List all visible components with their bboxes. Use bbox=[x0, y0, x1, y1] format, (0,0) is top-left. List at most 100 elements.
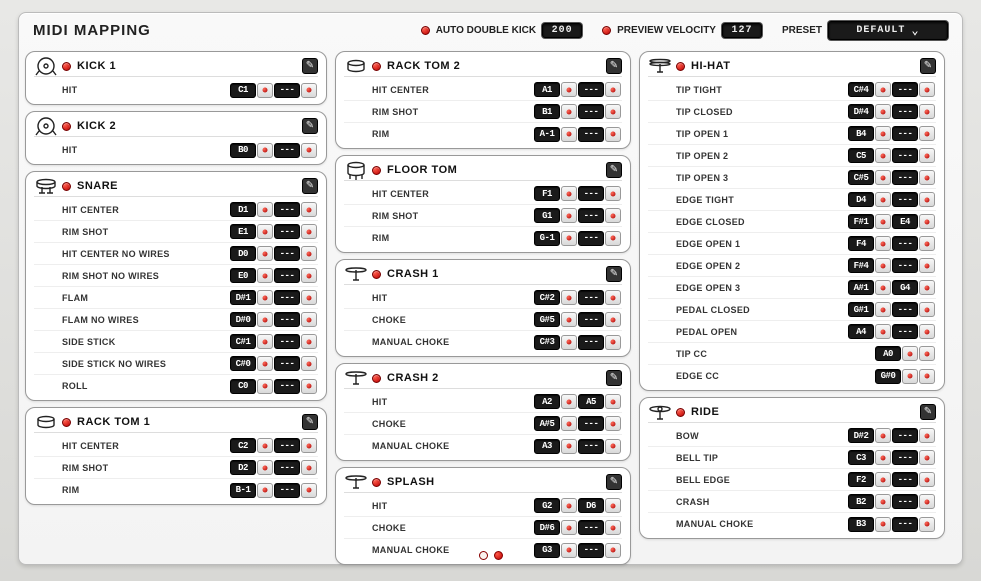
note-2-field[interactable]: --- bbox=[274, 356, 300, 371]
note-1-field[interactable]: C3 bbox=[848, 450, 874, 465]
learn-2-button[interactable] bbox=[605, 416, 621, 431]
note-1-field[interactable]: C0 bbox=[230, 379, 256, 394]
learn-2-button[interactable] bbox=[605, 335, 621, 350]
note-1-field[interactable]: B2 bbox=[848, 494, 874, 509]
learn-2-button[interactable] bbox=[605, 290, 621, 305]
note-1-field[interactable]: C#0 bbox=[230, 356, 256, 371]
note-2-field[interactable]: G4 bbox=[892, 280, 918, 295]
edit-button[interactable] bbox=[302, 118, 318, 134]
learn-2-button[interactable] bbox=[919, 450, 935, 465]
note-2-field[interactable]: --- bbox=[274, 438, 300, 453]
learn-2-button[interactable] bbox=[919, 324, 935, 339]
learn-2-button[interactable] bbox=[919, 258, 935, 273]
learn-2-button[interactable] bbox=[301, 379, 317, 394]
edit-button[interactable] bbox=[606, 266, 622, 282]
learn-1-button[interactable] bbox=[875, 517, 891, 532]
note-1-field[interactable]: C1 bbox=[230, 83, 256, 98]
learn-1-button[interactable] bbox=[257, 460, 273, 475]
learn-1-button[interactable] bbox=[561, 208, 577, 223]
card-led[interactable] bbox=[676, 62, 685, 71]
learn-1-button[interactable] bbox=[257, 334, 273, 349]
note-2-field[interactable]: --- bbox=[892, 324, 918, 339]
note-1-field[interactable]: A2 bbox=[534, 394, 560, 409]
page-indicator[interactable] bbox=[479, 551, 503, 560]
edit-button[interactable] bbox=[302, 414, 318, 430]
learn-2-button[interactable] bbox=[919, 82, 935, 97]
learn-1-button[interactable] bbox=[902, 369, 918, 384]
learn-2-button[interactable] bbox=[919, 192, 935, 207]
learn-1-button[interactable] bbox=[561, 394, 577, 409]
learn-2-button[interactable] bbox=[919, 280, 935, 295]
edit-button[interactable] bbox=[606, 162, 622, 178]
learn-1-button[interactable] bbox=[257, 202, 273, 217]
learn-1-button[interactable] bbox=[875, 148, 891, 163]
card-led[interactable] bbox=[372, 270, 381, 279]
learn-1-button[interactable] bbox=[875, 236, 891, 251]
note-1-field[interactable]: D2 bbox=[230, 460, 256, 475]
learn-1-button[interactable] bbox=[257, 483, 273, 498]
learn-2-button[interactable] bbox=[301, 312, 317, 327]
note-1-field[interactable]: C5 bbox=[848, 148, 874, 163]
learn-2-button[interactable] bbox=[919, 236, 935, 251]
learn-1-button[interactable] bbox=[875, 450, 891, 465]
learn-2-button[interactable] bbox=[301, 202, 317, 217]
learn-1-button[interactable] bbox=[561, 290, 577, 305]
learn-2-button[interactable] bbox=[301, 483, 317, 498]
learn-1-button[interactable] bbox=[875, 472, 891, 487]
learn-2-button[interactable] bbox=[605, 498, 621, 513]
learn-2-button[interactable] bbox=[605, 186, 621, 201]
note-2-field[interactable]: --- bbox=[274, 83, 300, 98]
note-1-field[interactable]: C#5 bbox=[848, 170, 874, 185]
learn-1-button[interactable] bbox=[875, 82, 891, 97]
learn-1-button[interactable] bbox=[561, 335, 577, 350]
note-1-field[interactable]: A#5 bbox=[534, 416, 560, 431]
note-2-field[interactable]: --- bbox=[892, 104, 918, 119]
note-1-field[interactable]: D#2 bbox=[848, 428, 874, 443]
learn-2-button[interactable] bbox=[605, 312, 621, 327]
learn-2-button[interactable] bbox=[605, 231, 621, 246]
note-1-field[interactable]: A4 bbox=[848, 324, 874, 339]
note-2-field[interactable]: --- bbox=[578, 104, 604, 119]
learn-1-button[interactable] bbox=[257, 312, 273, 327]
learn-1-button[interactable] bbox=[561, 231, 577, 246]
note-2-field[interactable]: --- bbox=[274, 334, 300, 349]
learn-2-button[interactable] bbox=[919, 494, 935, 509]
note-1-field[interactable]: B4 bbox=[848, 126, 874, 141]
learn-1-button[interactable] bbox=[561, 439, 577, 454]
learn-1-button[interactable] bbox=[875, 494, 891, 509]
note-1-field[interactable]: G#5 bbox=[534, 312, 560, 327]
note-1-field[interactable]: A#1 bbox=[848, 280, 874, 295]
note-1-field[interactable]: E0 bbox=[230, 268, 256, 283]
note-2-field[interactable]: --- bbox=[274, 268, 300, 283]
learn-2-button[interactable] bbox=[605, 520, 621, 535]
learn-1-button[interactable] bbox=[561, 127, 577, 142]
edit-button[interactable] bbox=[606, 58, 622, 74]
learn-1-button[interactable] bbox=[561, 312, 577, 327]
learn-2-button[interactable] bbox=[301, 334, 317, 349]
learn-2-button[interactable] bbox=[919, 302, 935, 317]
note-1-field[interactable]: B-1 bbox=[230, 483, 256, 498]
learn-2-button[interactable] bbox=[301, 246, 317, 261]
learn-2-button[interactable] bbox=[301, 356, 317, 371]
auto-double-kick-led[interactable] bbox=[421, 26, 430, 35]
note-1-field[interactable]: F#4 bbox=[848, 258, 874, 273]
learn-1-button[interactable] bbox=[257, 379, 273, 394]
learn-1-button[interactable] bbox=[561, 82, 577, 97]
card-led[interactable] bbox=[372, 62, 381, 71]
learn-1-button[interactable] bbox=[257, 143, 273, 158]
card-led[interactable] bbox=[62, 418, 71, 427]
note-2-field[interactable]: --- bbox=[578, 290, 604, 305]
note-1-field[interactable]: B3 bbox=[848, 517, 874, 532]
note-1-field[interactable]: D#6 bbox=[534, 520, 560, 535]
auto-double-kick-value[interactable]: 200 bbox=[542, 23, 582, 38]
preset-select[interactable]: DEFAULT ⌄ bbox=[828, 21, 948, 40]
note-1-field[interactable]: A0 bbox=[875, 346, 901, 361]
note-1-field[interactable]: G2 bbox=[534, 498, 560, 513]
note-2-field[interactable]: --- bbox=[578, 520, 604, 535]
learn-2-button[interactable] bbox=[605, 82, 621, 97]
card-led[interactable] bbox=[372, 374, 381, 383]
note-2-field[interactable]: --- bbox=[578, 127, 604, 142]
learn-1-button[interactable] bbox=[875, 170, 891, 185]
card-led[interactable] bbox=[62, 122, 71, 131]
note-2-field[interactable]: --- bbox=[892, 192, 918, 207]
